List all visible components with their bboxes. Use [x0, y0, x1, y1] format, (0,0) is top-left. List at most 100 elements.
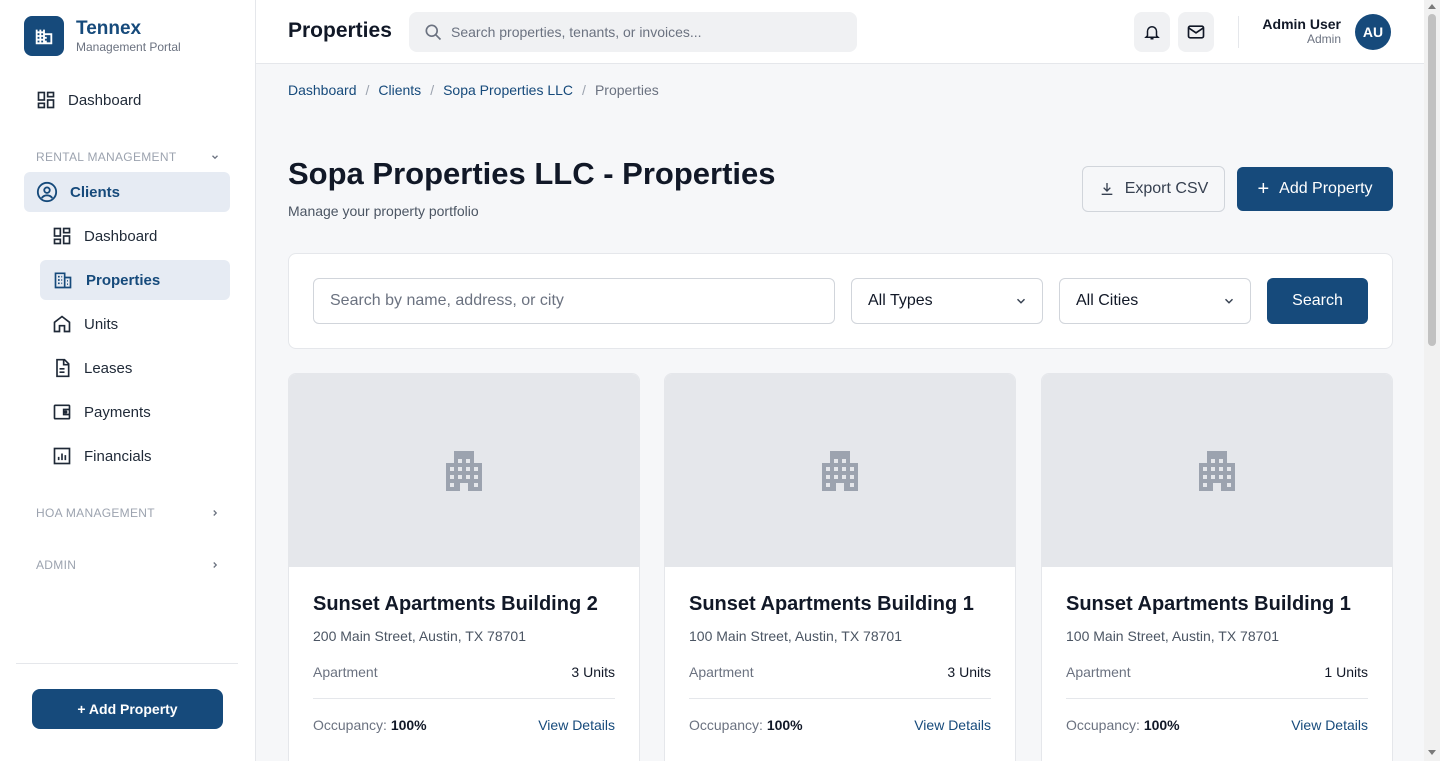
chevron-right-icon [213, 510, 218, 516]
view-details-link[interactable]: View Details [538, 717, 615, 733]
mail-icon [1187, 25, 1205, 39]
avatar[interactable]: AU [1355, 14, 1391, 50]
building-logo-icon [24, 16, 64, 56]
view-details-link[interactable]: View Details [1291, 717, 1368, 733]
property-units: 3 Units [571, 664, 615, 680]
property-name[interactable]: Sunset Apartments Building 1 [1066, 593, 1351, 616]
property-address: 200 Main Street, Austin, TX 78701 [313, 628, 526, 644]
chevron-down-icon [1224, 298, 1234, 304]
search-icon [425, 24, 442, 41]
search-button[interactable]: Search [1267, 278, 1368, 324]
sidebar-item-label: Financials [84, 447, 152, 465]
occupancy-value: 100% [1143, 717, 1180, 733]
occupancy-value: 100% [766, 717, 803, 733]
chevron-down-icon [212, 155, 218, 160]
building-icon [446, 450, 482, 491]
button-label: Export CSV [1124, 180, 1209, 197]
occupancy-label: Occupancy: [313, 717, 387, 733]
property-card[interactable]: Sunset Apartments Building 2 200 Main St… [288, 373, 640, 761]
breadcrumb-separator: / [365, 82, 370, 98]
sidebar-item-properties[interactable]: Properties [40, 260, 230, 300]
property-type: Apartment [313, 664, 378, 680]
property-image-placeholder [665, 374, 1015, 567]
scroll-thumb[interactable] [1428, 14, 1436, 346]
divider [689, 698, 991, 699]
user-circle-icon [36, 181, 58, 203]
property-search-input[interactable] [313, 278, 835, 324]
sidebar-item-label: Units [84, 315, 119, 333]
wallet-icon [53, 404, 71, 420]
sidebar-item-payments[interactable]: Payments [40, 392, 230, 432]
section-rental-management[interactable]: RENTAL MANAGEMENT [36, 150, 220, 164]
brand-name: Tennex [76, 18, 142, 39]
brand[interactable]: Tennex Management Portal [24, 16, 181, 56]
breadcrumb-dashboard[interactable]: Dashboard [288, 82, 357, 98]
property-units: 3 Units [947, 664, 991, 680]
property-card[interactable]: Sunset Apartments Building 1 100 Main St… [1041, 373, 1393, 761]
sidebar-item-label: Leases [84, 359, 133, 377]
property-name[interactable]: Sunset Apartments Building 2 [313, 593, 598, 616]
sidebar-item-dashboard[interactable]: Dashboard [24, 80, 230, 120]
home-icon [53, 315, 71, 333]
sidebar-item-label: Properties [86, 271, 161, 289]
export-csv-button[interactable]: Export CSV [1082, 166, 1225, 212]
global-search-input[interactable] [451, 24, 831, 40]
user-role: Admin [1306, 32, 1341, 46]
divider [16, 663, 238, 664]
divider [313, 698, 615, 699]
global-search[interactable] [409, 12, 857, 52]
property-image-placeholder [1042, 374, 1392, 567]
property-occupancy: Occupancy: 100% [313, 717, 427, 733]
sidebar-item-label: Payments [84, 403, 151, 421]
property-image-placeholder [289, 374, 639, 567]
sidebar-item-label: Dashboard [84, 227, 158, 245]
sidebar-item-units[interactable]: Units [40, 304, 230, 344]
sidebar-item-clients[interactable]: Clients [24, 172, 230, 212]
messages-button[interactable] [1178, 12, 1214, 52]
breadcrumb-client[interactable]: Sopa Properties LLC [443, 82, 573, 98]
city-filter-select[interactable]: All Cities [1059, 278, 1251, 324]
sidebar: Tennex Management Portal Dashboard RENTA… [0, 0, 256, 761]
type-filter-select[interactable]: All Types [851, 278, 1043, 324]
notifications-button[interactable] [1134, 12, 1170, 52]
section-hoa-management[interactable]: HOA MANAGEMENT [36, 506, 220, 520]
building-icon [1199, 450, 1235, 491]
divider [1066, 698, 1368, 699]
scroll-up-arrow-icon[interactable] [1428, 4, 1436, 9]
sidebar-item-label: Dashboard [68, 91, 142, 109]
property-occupancy: Occupancy: 100% [1066, 717, 1180, 733]
building-icon [822, 450, 858, 491]
divider [1238, 16, 1239, 48]
chevron-down-icon [1016, 298, 1026, 304]
breadcrumb-separator: / [582, 82, 586, 98]
user-name[interactable]: Admin User [1262, 16, 1341, 32]
sidebar-add-property-button[interactable]: + Add Property [32, 689, 223, 729]
scrollbar[interactable] [1424, 0, 1440, 761]
select-value: All Cities [1076, 292, 1139, 309]
sidebar-item-financials[interactable]: Financials [40, 436, 230, 476]
document-icon [56, 358, 70, 378]
view-details-link[interactable]: View Details [914, 717, 991, 733]
property-address: 100 Main Street, Austin, TX 78701 [689, 628, 902, 644]
sidebar-item-leases[interactable]: Leases [40, 348, 230, 388]
building-icon [54, 272, 72, 289]
select-value: All Types [868, 292, 933, 309]
brand-subtitle: Management Portal [76, 40, 181, 54]
dashboard-icon [37, 91, 55, 109]
property-type: Apartment [1066, 664, 1131, 680]
property-card[interactable]: Sunset Apartments Building 1 100 Main St… [664, 373, 1016, 761]
page-title: Properties [288, 19, 392, 42]
breadcrumb-clients[interactable]: Clients [378, 82, 421, 98]
property-address: 100 Main Street, Austin, TX 78701 [1066, 628, 1279, 644]
occupancy-value: 100% [390, 717, 427, 733]
property-name[interactable]: Sunset Apartments Building 1 [689, 593, 974, 616]
bell-icon [1144, 26, 1160, 40]
add-property-button[interactable]: + Add Property [1237, 167, 1393, 211]
scroll-down-arrow-icon[interactable] [1428, 750, 1436, 755]
section-admin[interactable]: ADMIN [36, 558, 220, 572]
occupancy-label: Occupancy: [689, 717, 763, 733]
chevron-right-icon [213, 562, 218, 568]
sidebar-item-label: Clients [70, 183, 121, 201]
sidebar-item-client-dashboard[interactable]: Dashboard [40, 216, 230, 256]
download-icon [1101, 183, 1113, 195]
